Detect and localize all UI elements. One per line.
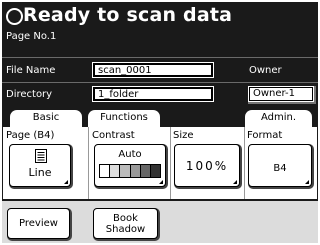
contrast-scale bbox=[99, 164, 161, 178]
file-info-section: File Name scan_0001 Owner Directory 1_fo… bbox=[2, 57, 318, 106]
tab-bar: Basic Functions Admin. bbox=[2, 105, 318, 128]
corner-indicator bbox=[305, 180, 309, 184]
contrast-step bbox=[100, 165, 110, 177]
corner-indicator bbox=[159, 180, 163, 184]
contrast-step bbox=[139, 165, 150, 177]
page-number: Page No.1 bbox=[6, 31, 57, 42]
book-shadow-label-line2: Shadow bbox=[105, 224, 146, 235]
tab-admin[interactable]: Admin. bbox=[245, 110, 312, 127]
corner-indicator bbox=[233, 180, 237, 184]
tab-functions[interactable]: Functions bbox=[88, 110, 160, 127]
contrast-value: Auto bbox=[118, 149, 142, 160]
contrast-button[interactable]: Auto bbox=[94, 144, 166, 187]
status-header: Ready to scan data Page No.1 bbox=[2, 2, 318, 57]
format-value: B4 bbox=[273, 163, 287, 174]
contrast-step bbox=[129, 165, 140, 177]
circle-status-icon bbox=[6, 8, 23, 25]
scan-panel: Ready to scan data Page No.1 File Name s… bbox=[2, 2, 318, 243]
preview-button[interactable]: Preview bbox=[7, 208, 70, 239]
size-button[interactable]: 100% bbox=[174, 144, 240, 187]
tab-basic[interactable]: Basic bbox=[10, 110, 82, 128]
format-label: Format bbox=[247, 130, 283, 141]
contrast-step bbox=[109, 165, 120, 177]
format-button[interactable]: B4 bbox=[248, 144, 312, 187]
page-label: Page (B4) bbox=[6, 130, 55, 141]
basic-settings: Page (B4) Line Contrast Auto Size 100% F… bbox=[2, 127, 318, 199]
directory-field[interactable]: 1_folder bbox=[93, 87, 213, 101]
page-mode-value: Line bbox=[28, 166, 52, 179]
info-row-divider bbox=[2, 82, 318, 83]
contrast-label: Contrast bbox=[92, 130, 135, 141]
size-value: 100% bbox=[185, 159, 229, 173]
contrast-step bbox=[149, 165, 161, 177]
directory-label: Directory bbox=[6, 89, 53, 100]
owner-field[interactable]: Owner-1 bbox=[249, 87, 313, 101]
action-bar: Preview Book Shadow bbox=[2, 199, 318, 243]
file-name-label: File Name bbox=[6, 65, 56, 76]
size-label: Size bbox=[173, 130, 194, 141]
document-lines-icon bbox=[35, 149, 47, 163]
page-mode-button[interactable]: Line bbox=[9, 144, 71, 187]
book-shadow-label-line1: Book bbox=[113, 213, 138, 224]
corner-indicator bbox=[64, 180, 68, 184]
file-name-field[interactable]: scan_0001 bbox=[93, 63, 213, 77]
settings-divider bbox=[244, 127, 245, 199]
book-shadow-button[interactable]: Book Shadow bbox=[93, 208, 158, 239]
status-title: Ready to scan data bbox=[23, 4, 233, 26]
owner-label: Owner bbox=[249, 65, 282, 76]
settings-divider bbox=[170, 127, 171, 199]
contrast-step bbox=[119, 165, 130, 177]
settings-divider bbox=[88, 127, 89, 199]
